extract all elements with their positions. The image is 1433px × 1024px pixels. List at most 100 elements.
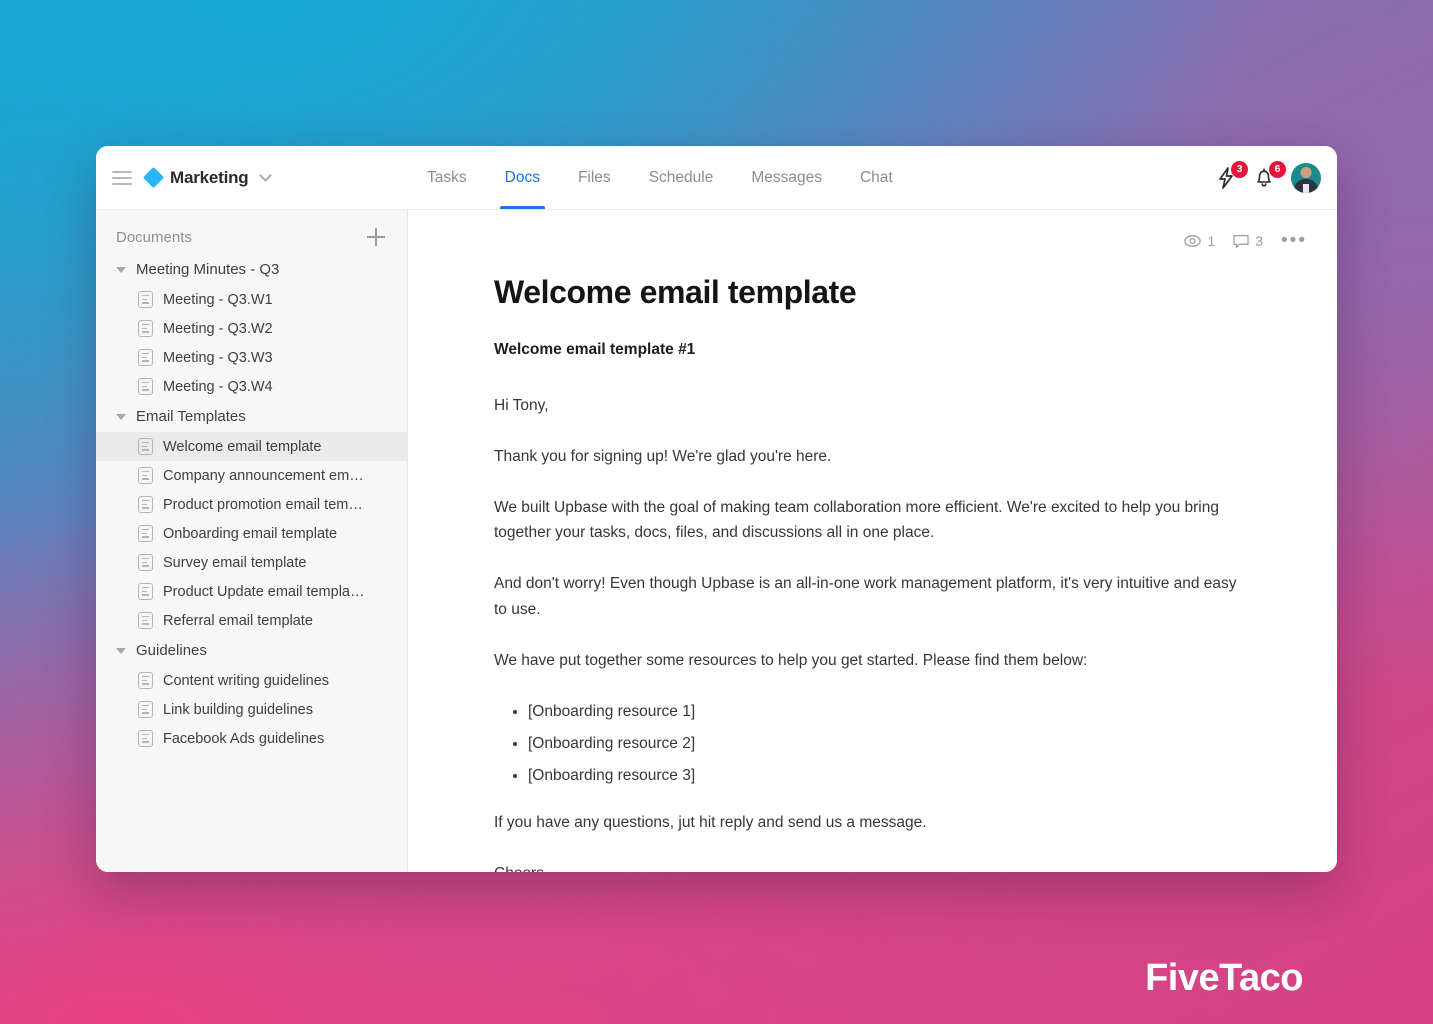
plus-icon[interactable] — [367, 228, 385, 246]
ellipsis-icon[interactable]: ••• — [1281, 231, 1307, 250]
sidebar-item-label: Link building guidelines — [163, 701, 313, 718]
caret-down-icon[interactable] — [116, 266, 126, 273]
sidebar-item-product-promotion-email[interactable]: Product promotion email tem… — [96, 490, 407, 519]
paragraph-greeting: Hi Tony, — [494, 397, 549, 414]
top-bar: Marketing Tasks Docs Files Schedule Mess… — [96, 146, 1337, 210]
view-count-value: 1 — [1207, 233, 1216, 249]
hamburger-icon[interactable] — [112, 170, 132, 185]
document-subtitle: Welcome email template #1 — [494, 341, 696, 358]
tab-schedule[interactable]: Schedule — [630, 146, 733, 209]
document-icon — [138, 730, 153, 747]
paragraph-thanks: Thank you for signing up! We're glad you… — [494, 448, 832, 466]
tab-docs[interactable]: Docs — [486, 146, 559, 209]
list-item: [Onboarding resource 1] — [528, 699, 1237, 724]
tab-files[interactable]: Files — [559, 146, 630, 209]
bell-badge: 6 — [1269, 160, 1286, 178]
lightning-bolt-icon[interactable]: 3 — [1215, 160, 1248, 191]
view-count[interactable]: 1 — [1184, 233, 1215, 249]
paragraph-questions: If you have any questions, jut hit reply… — [494, 814, 927, 832]
sidebar-item-facebook-ads-guidelines[interactable]: Facebook Ads guidelines — [96, 724, 407, 753]
document-icon — [138, 467, 153, 484]
sidebar-item-meeting-q3w4[interactable]: Meeting - Q3.W4 — [96, 372, 407, 401]
diamond-icon — [142, 166, 165, 189]
sidebar-item-label: Survey email template — [163, 554, 307, 571]
chevron-down-icon[interactable] — [258, 169, 272, 182]
sidebar-item-meeting-q3w2[interactable]: Meeting - Q3.W2 — [96, 314, 407, 343]
document-icon — [138, 496, 153, 513]
paragraph-signoff: Cheers, — [494, 861, 1237, 872]
sidebar-item-label: Meeting - Q3.W2 — [163, 320, 273, 337]
document-body: Welcome email template Welcome email tem… — [408, 254, 1337, 872]
sidebar-item-label: Meeting - Q3.W1 — [163, 291, 273, 308]
sidebar-item-welcome-email-template[interactable]: Welcome email template — [96, 432, 407, 461]
brand-logo: FiveTaco — [1145, 957, 1303, 999]
tab-messages[interactable]: Messages — [732, 146, 841, 209]
document-icon — [138, 525, 153, 542]
paragraph-about: We built Upbase with the goal of making … — [494, 499, 1219, 542]
tab-chat[interactable]: Chat — [841, 146, 912, 209]
avatar-shirt — [1303, 183, 1309, 193]
sidebar-item-label: Meeting - Q3.W4 — [163, 378, 273, 395]
document-icon — [138, 672, 153, 689]
bell-icon[interactable]: 6 — [1253, 160, 1286, 191]
page-title: Welcome email template — [494, 274, 857, 310]
top-bar-right: 3 6 — [1215, 160, 1337, 193]
document-icon — [138, 291, 153, 308]
list-item: [Onboarding resource 3] — [528, 763, 1237, 788]
sidebar-group-meeting-minutes[interactable]: Meeting Minutes - Q3 — [96, 254, 407, 285]
sidebar-header: Documents — [96, 220, 407, 254]
top-bar-left: Marketing — [96, 166, 408, 189]
resource-list: [Onboarding resource 1] [Onboarding reso… — [494, 699, 1237, 788]
document-icon — [138, 320, 153, 337]
document-icon — [138, 583, 153, 600]
avatar-head — [1300, 166, 1312, 178]
sidebar-item-product-update-email[interactable]: Product Update email templa… — [96, 577, 407, 606]
sidebar-item-content-writing-guidelines[interactable]: Content writing guidelines — [96, 666, 407, 695]
sidebar-item-label: Onboarding email template — [163, 525, 338, 542]
app-window: Marketing Tasks Docs Files Schedule Mess… — [96, 146, 1337, 872]
sidebar-item-label: Facebook Ads guidelines — [163, 730, 325, 747]
sidebar-item-survey-email-template[interactable]: Survey email template — [96, 548, 407, 577]
caret-down-icon[interactable] — [116, 413, 126, 420]
sidebar-item-label: Product Update email templa… — [163, 583, 365, 600]
group-label: Guidelines — [136, 642, 207, 659]
main-tabs: Tasks Docs Files Schedule Messages Chat — [408, 146, 912, 209]
sidebar-item-company-announcement-email[interactable]: Company announcement em… — [96, 461, 407, 490]
paragraph-reassure: And don't worry! Even though Upbase is a… — [494, 575, 1237, 618]
sidebar-item-referral-email-template[interactable]: Referral email template — [96, 606, 407, 635]
sidebar-item-label: Referral email template — [163, 612, 313, 629]
sidebar-item-label: Content writing guidelines — [163, 672, 330, 689]
sidebar-title: Documents — [116, 228, 192, 246]
sidebar-group-guidelines[interactable]: Guidelines — [96, 635, 407, 666]
eye-icon — [1184, 235, 1202, 247]
document-content: 1 3 ••• Welcome email template Welcome e… — [408, 210, 1337, 872]
document-toolbar: 1 3 ••• — [408, 210, 1337, 254]
sidebar-item-label: Meeting - Q3.W3 — [163, 349, 273, 366]
app-body: Documents Meeting Minutes - Q3 Meeting -… — [96, 210, 1337, 872]
comment-count[interactable]: 3 — [1233, 233, 1263, 249]
group-label: Meeting Minutes - Q3 — [136, 261, 280, 278]
comment-count-value: 3 — [1255, 233, 1264, 249]
tab-tasks[interactable]: Tasks — [408, 146, 486, 209]
paragraph-resources-intro: We have put together some resources to h… — [494, 651, 1088, 669]
document-icon — [138, 612, 153, 629]
document-icon — [138, 349, 153, 366]
document-icon — [138, 554, 153, 571]
sidebar-item-link-building-guidelines[interactable]: Link building guidelines — [96, 695, 407, 724]
documents-sidebar: Documents Meeting Minutes - Q3 Meeting -… — [96, 210, 408, 872]
sidebar-item-label: Welcome email template — [163, 438, 322, 455]
list-item: [Onboarding resource 2] — [528, 731, 1237, 756]
document-icon — [138, 438, 153, 455]
sidebar-group-email-templates[interactable]: Email Templates — [96, 401, 407, 432]
sidebar-item-label: Product promotion email tem… — [163, 496, 363, 513]
workspace-switcher[interactable]: Marketing — [142, 166, 272, 189]
sidebar-item-meeting-q3w3[interactable]: Meeting - Q3.W3 — [96, 343, 407, 372]
sidebar-item-onboarding-email-template[interactable]: Onboarding email template — [96, 519, 407, 548]
bolt-badge: 3 — [1231, 160, 1248, 178]
sidebar-item-meeting-q3w1[interactable]: Meeting - Q3.W1 — [96, 285, 407, 314]
avatar[interactable] — [1291, 162, 1321, 193]
caret-down-icon[interactable] — [116, 647, 126, 654]
document-icon — [138, 378, 153, 395]
group-label: Email Templates — [136, 408, 246, 425]
sidebar-item-label: Company announcement em… — [163, 467, 364, 484]
